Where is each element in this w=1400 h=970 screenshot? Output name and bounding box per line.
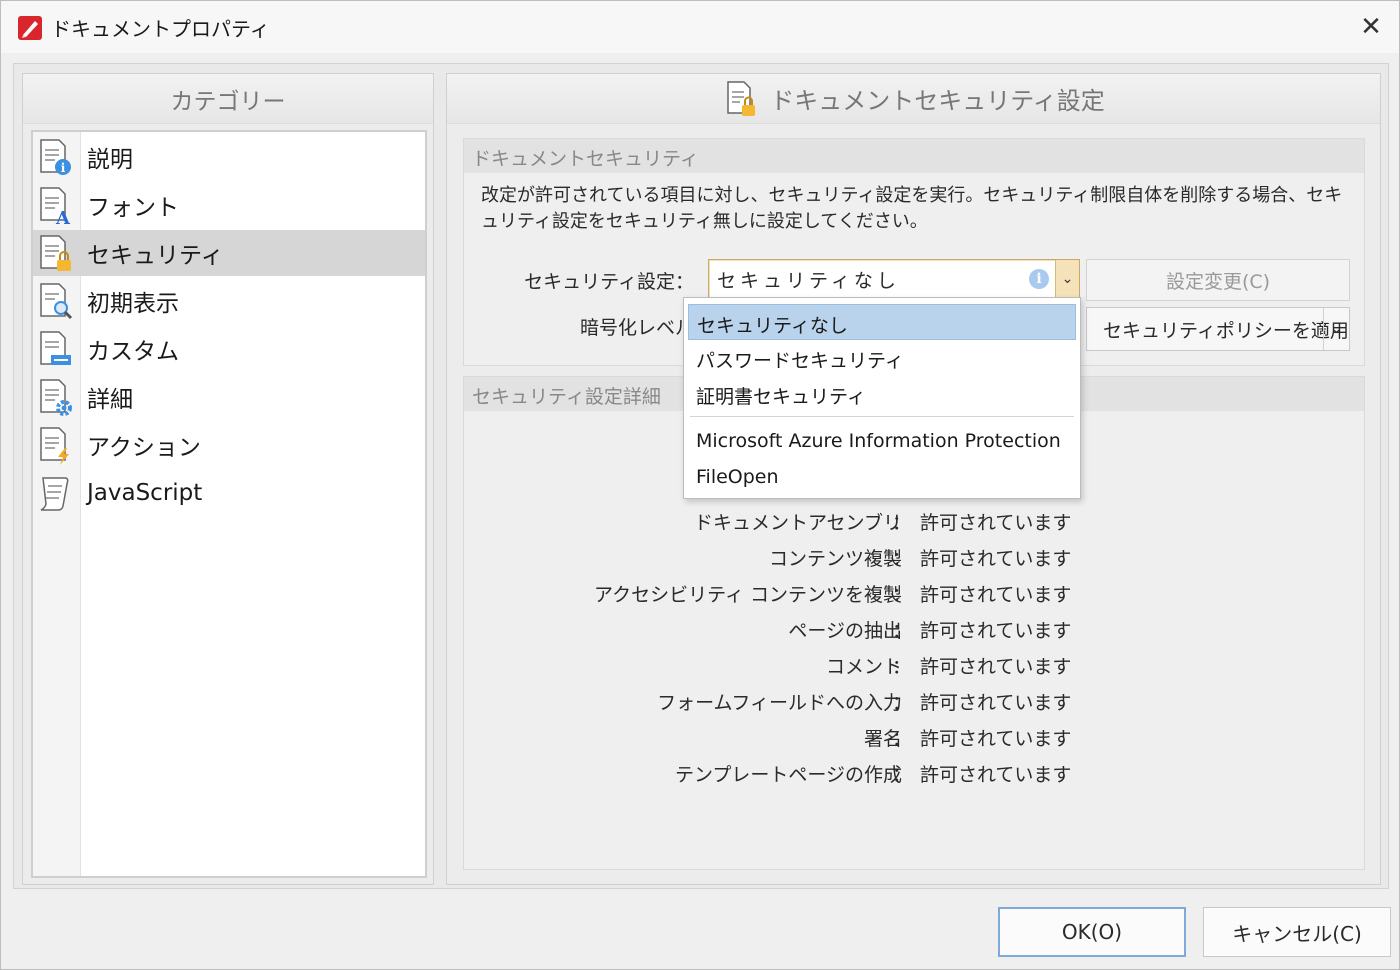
category-item-label: 詳細 [87, 387, 133, 413]
apply-security-policy-button[interactable]: セキュリティポリシーを適用 ⌄ [1086, 307, 1350, 351]
dropdown-option-fileopen[interactable]: FileOpen [688, 460, 1076, 496]
permission-value: 許可されています [920, 620, 1072, 642]
category-item-label: カスタム [87, 339, 179, 365]
permission-value: 許可されています [920, 548, 1072, 570]
permission-label: アクセシビリティ コンテンツを複製 [594, 584, 902, 606]
category-panel: カテゴリー i 説明 A フォント セキュリティ 初期表示 カスタム 詳細 アク… [22, 73, 434, 885]
info-icon: i [1029, 269, 1049, 289]
permission-colon: ： [892, 728, 912, 750]
category-list: i 説明 A フォント セキュリティ 初期表示 カスタム 詳細 アクション Ja… [31, 130, 427, 878]
category-item-initial-view[interactable]: 初期表示 [33, 278, 425, 324]
permission-value: 許可されています [920, 584, 1072, 606]
permission-colon: ： [892, 584, 912, 606]
permission-row: コメント ： 許可されています [447, 652, 1382, 688]
panel-title: ドキュメントセキュリティ設定 [770, 87, 1105, 115]
permission-colon: ： [892, 656, 912, 678]
category-header: カテゴリー [23, 74, 433, 124]
dropdown-separator [690, 416, 1074, 417]
permission-colon: ： [892, 764, 912, 786]
doc-lock-icon [727, 80, 756, 116]
doc-custom-icon [33, 326, 81, 372]
permission-row: 署名 ： 許可されています [447, 724, 1382, 760]
permission-label: コメント [825, 656, 902, 678]
chevron-down-icon[interactable]: ⌄ [1055, 260, 1079, 298]
scroll-icon [33, 470, 81, 516]
permission-colon: ： [892, 548, 912, 570]
category-item-security[interactable]: セキュリティ [33, 230, 425, 276]
security-description: 改定が許可されている項目に対し、セキュリティ設定を実行。セキュリティ制限自体を削… [481, 185, 1343, 232]
category-item-label: セキュリティ [87, 243, 224, 269]
apply-policy-label: セキュリティポリシーを適用 [1103, 319, 1349, 342]
permission-row: コンテンツ複製 ： 許可されています [447, 544, 1382, 580]
group-title: ドキュメントセキュリティ [464, 139, 1364, 173]
security-setting-dropdown-list: セキュリティなし パスワードセキュリティ 証明書セキュリティ Microsoft… [683, 297, 1081, 499]
doc-lock-icon [33, 230, 81, 276]
doc-magnifier-icon [33, 278, 81, 324]
doc-info-icon: i [33, 134, 81, 180]
category-item-label: フォント [87, 195, 179, 221]
encryption-level-label: 暗号化レベル [579, 317, 694, 339]
permission-row: アクセシビリティ コンテンツを複製 ： 許可されています [447, 580, 1382, 616]
permission-colon: ： [892, 620, 912, 642]
app-logo-icon [18, 16, 42, 40]
category-item-label: 初期表示 [87, 291, 179, 317]
category-item-action[interactable]: アクション [33, 422, 425, 468]
permission-row: フォームフィールドへの入力 ： 許可されています [447, 688, 1382, 724]
svg-text:i: i [61, 161, 66, 175]
permission-row: ドキュメントアセンブリ ： 許可されています [447, 508, 1382, 544]
dropdown-option-no-security[interactable]: セキュリティなし [688, 304, 1076, 340]
category-item-description[interactable]: i 説明 [33, 134, 425, 180]
dropdown-option-azure-information-protection[interactable]: Microsoft Azure Information Protection [688, 424, 1076, 460]
panel-header: ドキュメントセキュリティ設定 [447, 74, 1380, 124]
category-item-javascript[interactable]: JavaScript [33, 470, 425, 516]
category-item-details[interactable]: 詳細 [33, 374, 425, 420]
category-item-font[interactable]: A フォント [33, 182, 425, 229]
change-settings-button[interactable]: 設定変更(C) [1086, 259, 1350, 301]
dropdown-option-certificate-security[interactable]: 証明書セキュリティ [688, 376, 1076, 412]
permission-label: テンプレートページの作成 [674, 764, 902, 786]
svg-text:A: A [55, 208, 71, 228]
permission-label: コンテンツ複製 [768, 548, 902, 570]
dropdown-option-password-security[interactable]: パスワードセキュリティ [688, 340, 1076, 376]
permission-colon: ： [892, 692, 912, 714]
category-item-label: JavaScript [87, 480, 203, 506]
permission-row: テンプレートページの作成 ： 許可されています [447, 760, 1382, 796]
doc-gear-icon [33, 374, 81, 420]
permission-value: 許可されています [920, 512, 1072, 534]
permission-value: 許可されています [920, 692, 1072, 714]
close-icon: ✕ [1360, 12, 1382, 42]
ok-button[interactable]: OK(O) [998, 907, 1186, 957]
category-item-label: アクション [87, 435, 201, 461]
permission-label: フォームフィールドへの入力 [657, 692, 902, 714]
category-item-label: 説明 [87, 147, 133, 173]
combo-value: セキュリティなし [717, 270, 900, 292]
permission-label: ドキュメントアセンブリ [693, 512, 902, 534]
dialog-title: ドキュメントプロパティ [51, 17, 270, 41]
document-properties-dialog: ドキュメントプロパティ ✕ カテゴリー i 説明 A フォント セキュリティ 初… [0, 0, 1400, 970]
permission-label: ページの抽出 [788, 620, 902, 642]
title-bar: ドキュメントプロパティ ✕ [1, 1, 1399, 53]
permission-colon: ： [892, 512, 912, 534]
cancel-button[interactable]: キャンセル(C) [1203, 907, 1391, 957]
permission-value: 許可されています [920, 764, 1072, 786]
permission-value: 許可されています [920, 656, 1072, 678]
doc-lightning-icon [33, 422, 81, 468]
doc-font-icon: A [33, 182, 81, 229]
permission-row: ページの抽出 ： 許可されています [447, 616, 1382, 652]
close-button[interactable]: ✕ [1351, 7, 1391, 47]
security-setting-combobox[interactable]: セキュリティなし i ⌄ [708, 259, 1080, 299]
chevron-down-icon[interactable]: ⌄ [1323, 308, 1349, 350]
security-setting-label: セキュリティ設定： [524, 271, 694, 293]
permission-value: 許可されています [920, 728, 1072, 750]
category-item-custom[interactable]: カスタム [33, 326, 425, 372]
